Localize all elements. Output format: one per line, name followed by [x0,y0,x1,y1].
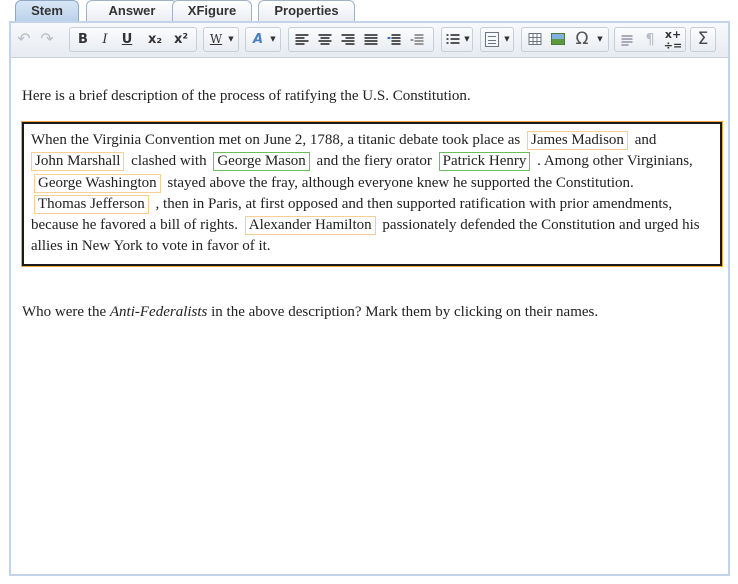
name-chip-alexander-hamilton[interactable]: Alexander Hamilton [244,216,376,236]
passage-text: and [634,132,657,148]
formula-group: Σ [690,27,716,52]
pilcrow-icon[interactable]: ¶ [639,28,661,51]
paragraph-format-icon[interactable] [617,28,639,51]
passage-text: . Among other Virginians, [537,153,693,170]
align-left-icon[interactable] [291,28,313,51]
name-chip-patrick-henry[interactable]: Patrick Henry [438,152,531,172]
intro-text: Here is a brief description of the proce… [22,88,471,104]
bold-button[interactable]: B [72,28,94,51]
misc-group: ¶ x+ ÷= [614,27,686,52]
chevron-down-icon: ▼ [464,35,470,43]
passage-text: When the Virginia Convention met on June… [31,132,521,148]
tab-stem[interactable]: Stem [15,0,79,22]
font-style-icon: W [209,32,223,46]
question-prefix: Who were the [22,304,107,320]
passage-box: When the Virginia Convention met on June… [21,121,723,267]
tab-properties[interactable]: Properties [258,0,355,21]
special-character-icon[interactable]: Ω [570,28,594,51]
chevron-down-icon: ▼ [504,35,510,43]
chevron-down-icon: ▼ [228,35,234,43]
image-icon[interactable] [547,28,569,51]
passage-text: stayed above the fray, although everyone… [167,174,634,191]
undo-icon[interactable]: ↶ [13,27,35,50]
indent-icon[interactable] [383,28,405,51]
align-justify-icon[interactable] [360,28,382,51]
passage-text: clashed with [131,153,207,170]
name-chip-james-madison[interactable]: James Madison [527,131,628,150]
outdent-icon[interactable] [406,28,428,51]
page-layout-icon [485,32,499,47]
numbered-list-icon [444,28,462,51]
question-emphasis: Anti-Federalists [109,304,208,320]
history-group: ↶ ↷ [11,27,63,52]
format-group: B I U x₂ x² [69,27,197,52]
name-chip-thomas-jefferson[interactable]: Thomas Jefferson [34,194,149,214]
text-style-icon: A [252,32,264,47]
alignment-group [288,27,434,52]
name-chip-john-marshall[interactable]: John Marshall [31,152,125,172]
list-dropdown[interactable]: ▼ [441,27,473,52]
math-operators-icon[interactable]: x+ ÷= [662,28,684,52]
text-style-dropdown[interactable]: A ▼ [245,27,281,52]
editor-panel: ↶ ↷ B I U x₂ x² W ▼ A ▼ ▼ ▼ Ω ▼ ¶ x+ ÷= … [9,21,730,576]
align-center-icon[interactable] [314,28,336,51]
redo-icon[interactable]: ↷ [36,27,58,50]
page-dropdown[interactable]: ▼ [480,27,514,52]
chevron-down-icon: ▼ [270,35,276,43]
name-chip-george-washington[interactable]: George Washington [34,173,161,193]
editor-toolbar: ↶ ↷ B I U x₂ x² W ▼ A ▼ ▼ ▼ Ω ▼ ¶ x+ ÷= … [11,23,728,58]
passage-text: and the fiery orator [316,153,432,170]
table-icon[interactable] [524,28,546,51]
sigma-icon[interactable]: Σ [692,28,714,51]
font-style-dropdown[interactable]: W ▼ [203,27,239,52]
tab-answer[interactable]: Answer [86,0,178,21]
italic-button[interactable]: I [94,28,116,51]
superscript-button[interactable]: x² [168,28,194,51]
question-text: Who were the Anti-Federalists in the abo… [22,304,598,321]
subscript-button[interactable]: x₂ [142,28,168,51]
align-right-icon[interactable] [337,28,359,51]
underline-button[interactable]: U [116,28,138,51]
insert-group: Ω ▼ [521,27,609,52]
tab-bar: Stem Answer XFigure Properties [12,0,738,22]
name-chip-george-mason[interactable]: George Mason [213,152,310,172]
tab-xfigure[interactable]: XFigure [172,0,252,21]
chevron-down-icon[interactable]: ▼ [594,28,606,51]
question-suffix: in the above description? Mark them by c… [211,304,599,320]
